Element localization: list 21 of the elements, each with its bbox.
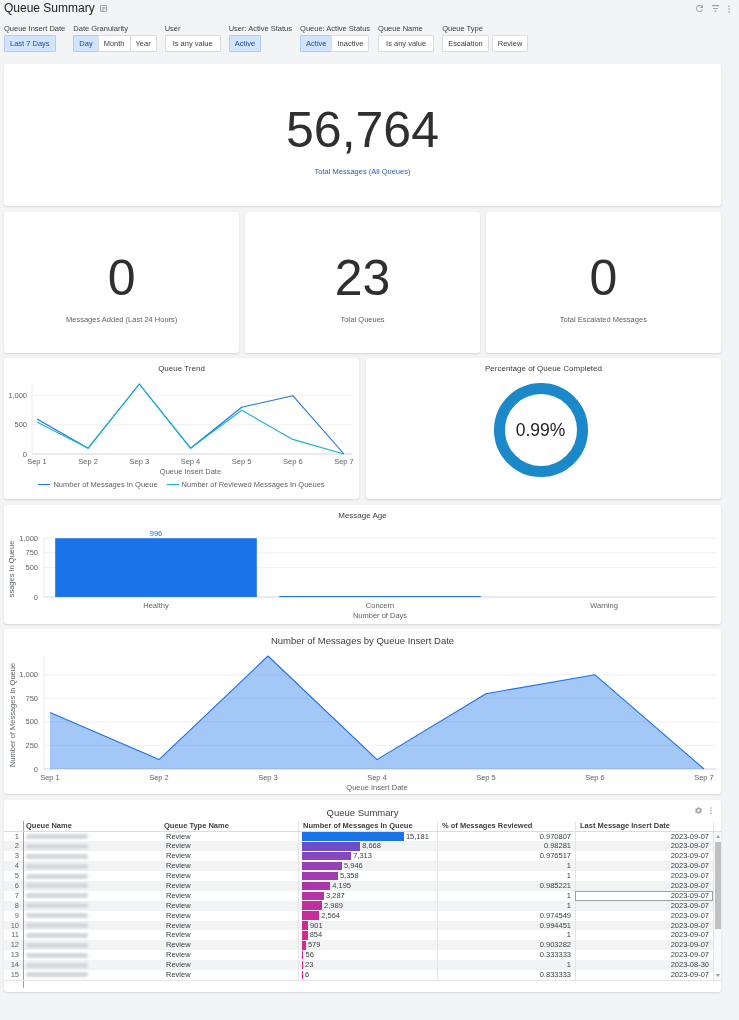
kpi-value: 0 [589,252,618,303]
chart-title: Percentage of Queue Completed [485,363,602,374]
document-icon[interactable] [99,5,107,12]
gear-icon[interactable] [695,806,702,814]
table-title: Queue Summary [326,806,399,819]
scrollbar-thumb[interactable] [715,841,721,929]
kpi-value: 0 [107,252,136,303]
chart-title: Message Age [338,509,387,521]
kpi-value: 23 [334,252,391,303]
percentage-value: 0.99% [514,420,567,440]
legend-line-icon [166,483,179,486]
kpi-value: 56,764 [286,105,439,155]
chart-title: Queue Trend [158,363,205,374]
refresh-icon[interactable] [696,5,703,12]
chart-title: Number of Messages by Queue Insert Date [270,634,455,647]
legend-line-icon [38,483,51,486]
scroll-up-icon[interactable] [715,834,720,838]
dashboard-title: Queue Summary [4,1,95,16]
scroll-down-icon[interactable] [715,973,720,977]
filter-icon[interactable] [712,5,719,12]
scrollbar[interactable] [713,831,721,980]
